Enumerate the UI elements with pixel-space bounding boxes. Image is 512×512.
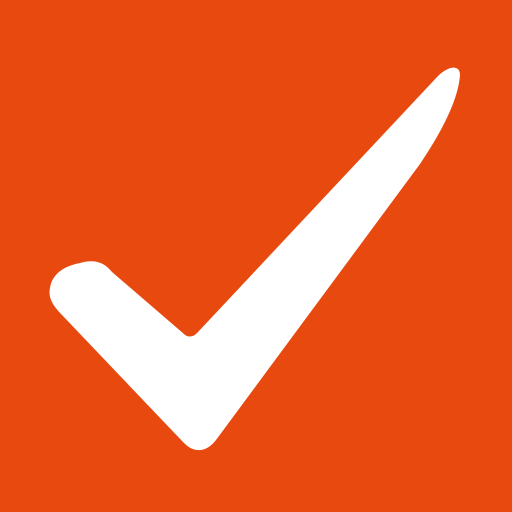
icon-background: [0, 0, 512, 512]
app-icon: [0, 0, 512, 512]
checkmark-graphic: [0, 0, 512, 512]
